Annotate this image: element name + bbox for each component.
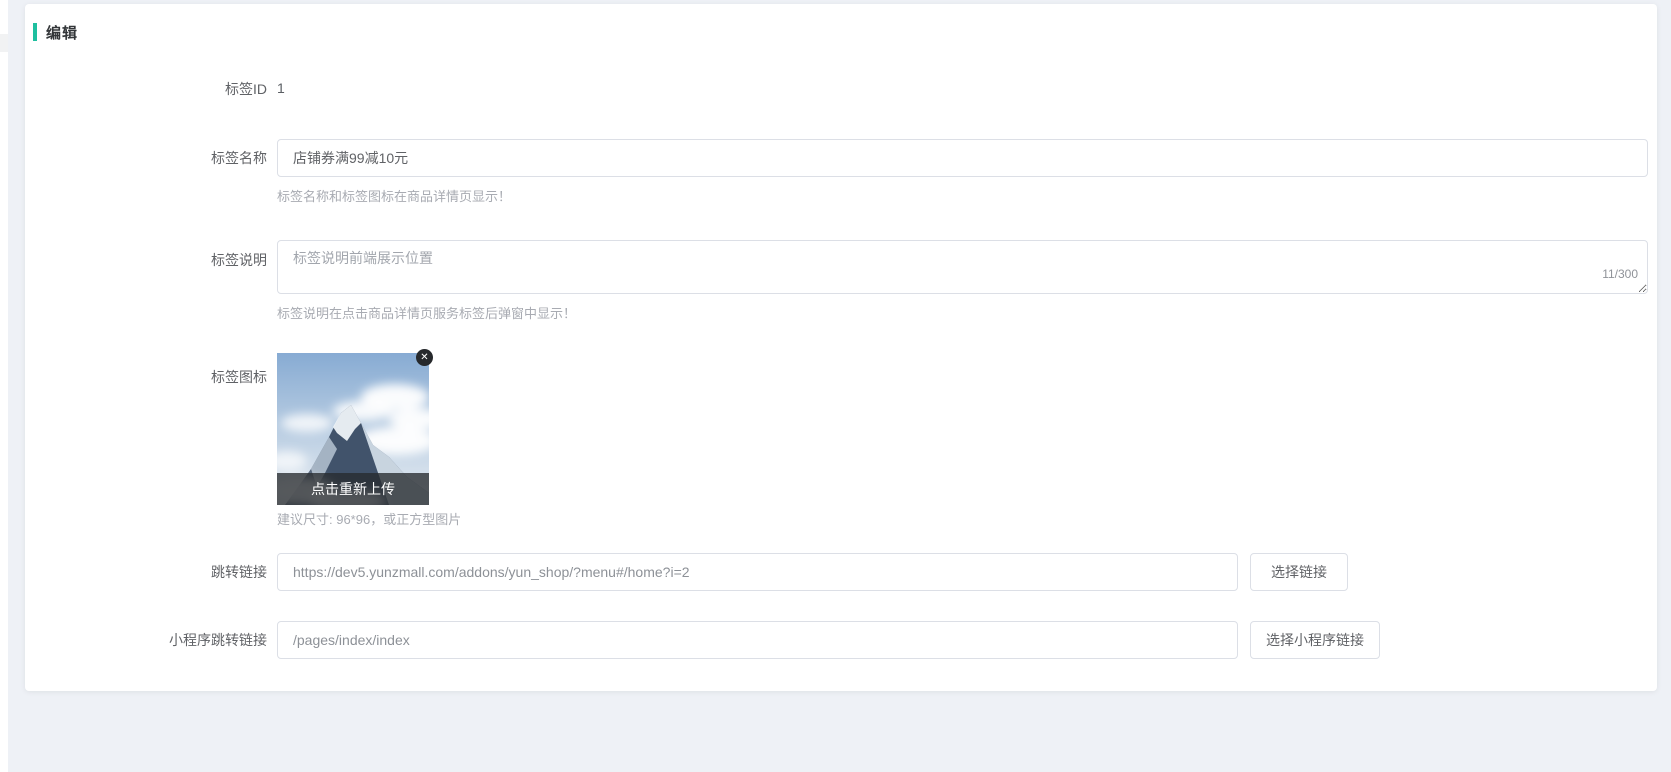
row-mini-link: 小程序跳转链接 选择小程序链接 — [25, 621, 1657, 659]
tag-name-label: 标签名称 — [25, 139, 267, 177]
tag-icon-helper: 建议尺寸: 96*96，或正方型图片 — [277, 509, 461, 528]
mini-link-input[interactable] — [277, 621, 1238, 659]
panel-header: 编辑 — [33, 21, 1657, 43]
tag-desc-label: 标签说明 — [25, 240, 267, 322]
tag-desc-textarea[interactable]: 标签说明前端展示位置 — [277, 240, 1648, 294]
select-mini-link-button[interactable]: 选择小程序链接 — [1250, 621, 1380, 659]
tag-icon-label: 标签图标 — [25, 353, 267, 528]
row-tag-desc: 标签说明 标签说明前端展示位置 11/300 标签说明在点击商品详情页服务标签后… — [25, 240, 1657, 322]
tag-name-input[interactable] — [277, 139, 1648, 177]
tag-name-helper: 标签名称和标签图标在商品详情页显示！ — [277, 186, 1648, 205]
link-label: 跳转链接 — [25, 553, 267, 591]
link-input[interactable] — [277, 553, 1238, 591]
mini-link-label: 小程序跳转链接 — [25, 621, 267, 659]
accent-bar — [33, 23, 37, 41]
tag-desc-helper: 标签说明在点击商品详情页服务标签后弹窗中显示！ — [277, 303, 1648, 322]
close-icon[interactable]: ✕ — [416, 349, 433, 366]
select-link-button[interactable]: 选择链接 — [1250, 553, 1348, 591]
row-tag-id: 标签ID 1 — [25, 79, 1657, 99]
tag-id-label: 标签ID — [25, 79, 267, 99]
collapsed-sidebar-strip — [0, 0, 8, 772]
tag-id-value: 1 — [277, 80, 285, 96]
row-link: 跳转链接 选择链接 — [25, 553, 1657, 591]
icon-upload-area[interactable]: 点击重新上传 ✕ — [277, 353, 429, 505]
edit-form: 标签ID 1 标签名称 标签名称和标签图标在商品详情页显示！ 标签说明 标签说明… — [25, 79, 1657, 659]
collapsed-sidebar-item — [0, 34, 8, 52]
reupload-overlay[interactable]: 点击重新上传 — [277, 473, 429, 505]
row-tag-icon: 标签图标 — [25, 353, 1657, 528]
row-tag-name: 标签名称 标签名称和标签图标在商品详情页显示！ — [25, 139, 1657, 205]
edit-panel: 编辑 标签ID 1 标签名称 标签名称和标签图标在商品详情页显示！ 标签说明 标… — [25, 4, 1657, 691]
page-title: 编辑 — [46, 22, 78, 43]
